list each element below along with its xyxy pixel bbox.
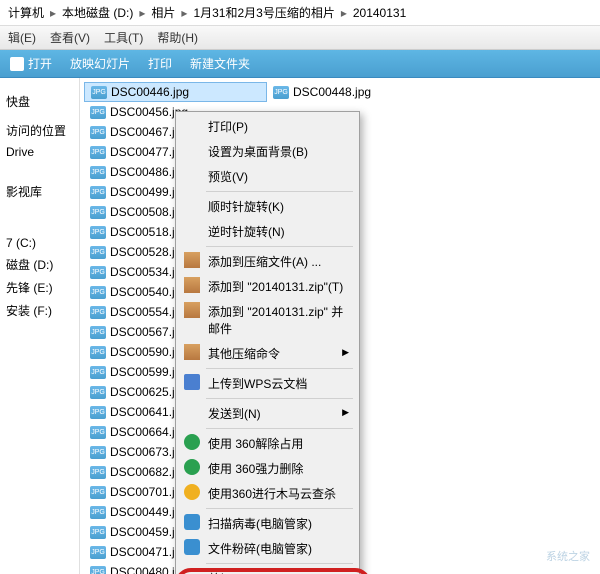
context-menu-item[interactable]: 其他压缩命令▶: [178, 341, 357, 366]
breadcrumb-item[interactable]: 本地磁盘 (D:): [62, 4, 133, 21]
menu-edit[interactable]: 辑(E): [8, 29, 36, 46]
menu-separator: [206, 191, 353, 192]
chevron-right-icon: ▸: [181, 6, 187, 20]
file-label: DSC00446.jpg: [111, 85, 189, 99]
sidebar-item[interactable]: 7 (C:): [4, 233, 75, 253]
context-menu-item[interactable]: 使用360进行木马云查杀: [178, 481, 357, 506]
context-menu-item[interactable]: 预览(V): [178, 164, 357, 189]
ic-archive-icon: [184, 302, 200, 318]
breadcrumb-item[interactable]: 相片: [151, 4, 175, 21]
image-file-icon: JPG: [90, 326, 106, 339]
sidebar-item[interactable]: 安装 (F:): [4, 299, 75, 322]
image-file-icon: JPG: [90, 126, 106, 139]
context-menu-item[interactable]: 发送到(N)▶: [178, 401, 357, 426]
image-file-icon: JPG: [90, 206, 106, 219]
context-menu: 打印(P)设置为桌面背景(B)预览(V) 顺时针旋转(K)逆时针旋转(N) 添加到压…: [175, 111, 360, 574]
context-menu-item[interactable]: 添加到 "20140131.zip"(T): [178, 274, 357, 299]
context-menu-item[interactable]: 顺时针旋转(K): [178, 194, 357, 219]
image-file-icon: JPG: [90, 346, 106, 359]
image-file-icon: JPG: [90, 446, 106, 459]
menu-tools[interactable]: 工具(T): [104, 29, 143, 46]
breadcrumb-item[interactable]: 20140131: [353, 6, 406, 20]
menu-separator: [206, 368, 353, 369]
context-menu-item[interactable]: 使用 360强力删除: [178, 456, 357, 481]
ic-tx-icon: [184, 539, 200, 555]
menu-separator: [206, 428, 353, 429]
toolbar: 打开 放映幻灯片 打印 新建文件夹: [0, 50, 600, 78]
ic-360-icon: [184, 434, 200, 450]
ic-archive-icon: [184, 277, 200, 293]
ic-360o-icon: [184, 484, 200, 500]
breadcrumb-item[interactable]: 1月31和2月3号压缩的相片: [193, 4, 334, 21]
open-icon: [10, 57, 24, 71]
menu-separator: [206, 508, 353, 509]
watermark: 系统之家: [546, 548, 590, 564]
toolbar-open[interactable]: 打开: [10, 55, 52, 72]
sidebar: 快盘访问的位置Drive 影视库 7 (C:)磁盘 (D:)先锋 (E:)安装 (F…: [0, 78, 80, 574]
context-menu-item[interactable]: 文件粉碎(电脑管家): [178, 536, 357, 561]
context-menu-item[interactable]: 添加到 "20140131.zip" 并邮件: [178, 299, 357, 341]
sidebar-item[interactable]: 磁盘 (D:): [4, 253, 75, 276]
image-file-icon: JPG: [90, 366, 106, 379]
image-file-icon: JPG: [90, 246, 106, 259]
image-file-icon: JPG: [90, 546, 106, 559]
file-list-area[interactable]: JPGDSC00446.jpgJPGDSC00456.jpgJPGDSC0046…: [80, 78, 600, 574]
image-file-icon: JPG: [90, 226, 106, 239]
context-menu-item[interactable]: 剪切(T): [178, 566, 357, 574]
image-file-icon: JPG: [90, 266, 106, 279]
sidebar-item[interactable]: 快盘: [4, 90, 75, 113]
sidebar-item[interactable]: 先锋 (E:): [4, 276, 75, 299]
image-file-icon: JPG: [90, 166, 106, 179]
sidebar-item[interactable]: Drive: [4, 142, 75, 162]
image-file-icon: JPG: [90, 486, 106, 499]
ic-archive-icon: [184, 344, 200, 360]
context-menu-item[interactable]: 打印(P): [178, 114, 357, 139]
file-label: DSC00448.jpg: [293, 85, 371, 99]
image-file-icon: JPG: [90, 406, 106, 419]
image-file-icon: JPG: [90, 186, 106, 199]
context-menu-item[interactable]: 扫描病毒(电脑管家): [178, 511, 357, 536]
menu-separator: [206, 563, 353, 564]
file-item[interactable]: JPG DSC00446.jpg: [84, 82, 267, 102]
menu-help[interactable]: 帮助(H): [157, 29, 198, 46]
image-file-icon: JPG: [90, 506, 106, 519]
image-file-icon: JPG: [90, 526, 106, 539]
sidebar-item[interactable]: 影视库: [4, 180, 75, 203]
image-file-icon: JPG: [90, 146, 106, 159]
sidebar-item[interactable]: 访问的位置: [4, 119, 75, 142]
menu-view[interactable]: 查看(V): [50, 29, 90, 46]
menubar: 辑(E) 查看(V) 工具(T) 帮助(H): [0, 26, 600, 50]
context-menu-item[interactable]: 使用 360解除占用: [178, 431, 357, 456]
image-file-icon: JPG: [273, 86, 289, 99]
image-file-icon: JPG: [90, 426, 106, 439]
chevron-right-icon: ▸: [139, 6, 145, 20]
context-menu-item[interactable]: 上传到WPS云文档: [178, 371, 357, 396]
ic-360-icon: [184, 459, 200, 475]
context-menu-item[interactable]: 添加到压缩文件(A) ...: [178, 249, 357, 274]
context-menu-item[interactable]: 设置为桌面背景(B): [178, 139, 357, 164]
image-file-icon: JPG: [91, 86, 107, 99]
image-file-icon: JPG: [90, 306, 106, 319]
image-file-icon: JPG: [90, 386, 106, 399]
menu-separator: [206, 246, 353, 247]
image-file-icon: JPG: [90, 566, 106, 574]
menu-separator: [206, 398, 353, 399]
toolbar-slideshow[interactable]: 放映幻灯片: [70, 55, 130, 72]
image-file-icon: JPG: [90, 286, 106, 299]
breadcrumb-item[interactable]: 计算机: [8, 4, 44, 21]
chevron-right-icon: ▸: [50, 6, 56, 20]
image-file-icon: JPG: [90, 106, 106, 119]
submenu-arrow-icon: ▶: [342, 347, 349, 358]
ic-tx-icon: [184, 514, 200, 530]
image-file-icon: JPG: [90, 466, 106, 479]
toolbar-newfolder[interactable]: 新建文件夹: [190, 55, 250, 72]
ic-archive-icon: [184, 252, 200, 268]
breadcrumb[interactable]: 计算机 ▸ 本地磁盘 (D:) ▸ 相片 ▸ 1月31和2月3号压缩的相片 ▸ …: [0, 0, 600, 26]
ic-wps-icon: [184, 374, 200, 390]
submenu-arrow-icon: ▶: [342, 407, 349, 418]
file-item[interactable]: JPG DSC00448.jpg: [267, 82, 450, 102]
chevron-right-icon: ▸: [341, 6, 347, 20]
context-menu-item[interactable]: 逆时针旋转(N): [178, 219, 357, 244]
toolbar-print[interactable]: 打印: [148, 55, 172, 72]
